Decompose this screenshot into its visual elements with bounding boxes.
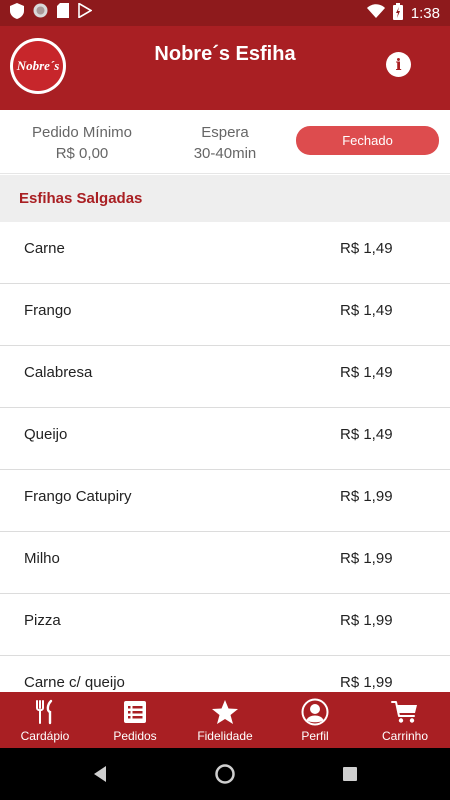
list-item[interactable]: Calabresa R$ 1,49	[0, 346, 450, 408]
item-name: Carne	[24, 240, 65, 257]
item-name: Calabresa	[24, 364, 93, 381]
min-order-block: Pedido Mínimo R$ 0,00	[22, 122, 142, 164]
item-name: Frango	[24, 302, 72, 319]
battery-charging-icon	[392, 2, 403, 24]
min-order-label: Pedido Mínimo	[31, 124, 133, 141]
status-time: 1:38	[410, 4, 440, 22]
item-name: Carne c/ queijo	[24, 674, 125, 691]
star-icon	[210, 698, 240, 726]
item-price: R$ 1,49	[340, 302, 393, 319]
item-price: R$ 1,99	[340, 550, 393, 567]
item-name: Queijo	[24, 426, 68, 443]
item-price: R$ 1,49	[340, 240, 393, 257]
sd-card-icon	[57, 3, 69, 23]
item-price: R$ 1,49	[340, 426, 393, 443]
list-item[interactable]: Carne c/ queijo R$ 1,99	[0, 656, 450, 692]
min-order-value: R$ 0,00	[55, 145, 109, 162]
tab-fidelidade[interactable]: Fidelidade	[180, 692, 270, 748]
system-nav-bar	[0, 748, 450, 800]
list-item[interactable]: Frango Catupiry R$ 1,99	[0, 470, 450, 532]
product-list[interactable]: Carne R$ 1,49 Frango R$ 1,49 Calabresa R…	[0, 222, 450, 692]
status-bar: 1:38	[0, 0, 450, 26]
wait-label: Espera	[201, 124, 249, 141]
list-item[interactable]: Carne R$ 1,49	[0, 222, 450, 284]
list-item[interactable]: Milho R$ 1,99	[0, 532, 450, 594]
section-header: Esfihas Salgadas	[0, 175, 450, 222]
tab-carrinho[interactable]: Carrinho	[360, 692, 450, 748]
wait-time-block: Espera 30-40min	[165, 122, 285, 164]
cutlery-icon	[30, 698, 60, 726]
store-info-row: Pedido Mínimo R$ 0,00 Espera 30-40min Fe…	[0, 110, 450, 174]
home-icon[interactable]	[213, 762, 237, 786]
info-icon: i	[395, 55, 402, 74]
page-title: Nobre´s Esfiha	[154, 43, 296, 65]
tab-pedidos[interactable]: Pedidos	[90, 692, 180, 748]
bottom-tab-bar: Cardápio Pedidos Fidelidade Perfil Carri…	[0, 692, 450, 748]
tab-cardapio[interactable]: Cardápio	[0, 692, 90, 748]
list-icon	[120, 698, 150, 726]
tab-label: Fidelidade	[197, 729, 253, 743]
tab-label: Pedidos	[113, 729, 157, 743]
app-bar: Nobre´s Nobre´s Esfiha i	[0, 26, 450, 110]
cart-icon	[390, 698, 420, 726]
tab-label: Carrinho	[381, 729, 429, 743]
store-status-badge: Fechado	[296, 126, 439, 155]
item-price: R$ 1,99	[340, 612, 393, 629]
recents-icon[interactable]	[338, 762, 362, 786]
item-name: Pizza	[24, 612, 61, 629]
user-icon	[300, 698, 330, 726]
list-item[interactable]: Pizza R$ 1,99	[0, 594, 450, 656]
item-name: Milho	[24, 550, 60, 567]
shield-icon	[10, 2, 24, 24]
item-name: Frango Catupiry	[24, 488, 132, 505]
wait-value: 30-40min	[193, 145, 257, 162]
info-button[interactable]: i	[386, 52, 411, 77]
item-price: R$ 1,99	[340, 488, 393, 505]
tab-label: Cardápio	[20, 729, 70, 743]
record-icon	[33, 3, 48, 23]
play-store-icon	[78, 2, 93, 23]
item-price: R$ 1,49	[340, 364, 393, 381]
wifi-icon	[366, 4, 385, 22]
back-icon[interactable]	[88, 762, 112, 786]
list-item[interactable]: Queijo R$ 1,49	[0, 408, 450, 470]
item-price: R$ 1,99	[340, 674, 393, 691]
tab-perfil[interactable]: Perfil	[270, 692, 360, 748]
list-item[interactable]: Frango R$ 1,49	[0, 284, 450, 346]
tab-label: Perfil	[301, 729, 329, 743]
